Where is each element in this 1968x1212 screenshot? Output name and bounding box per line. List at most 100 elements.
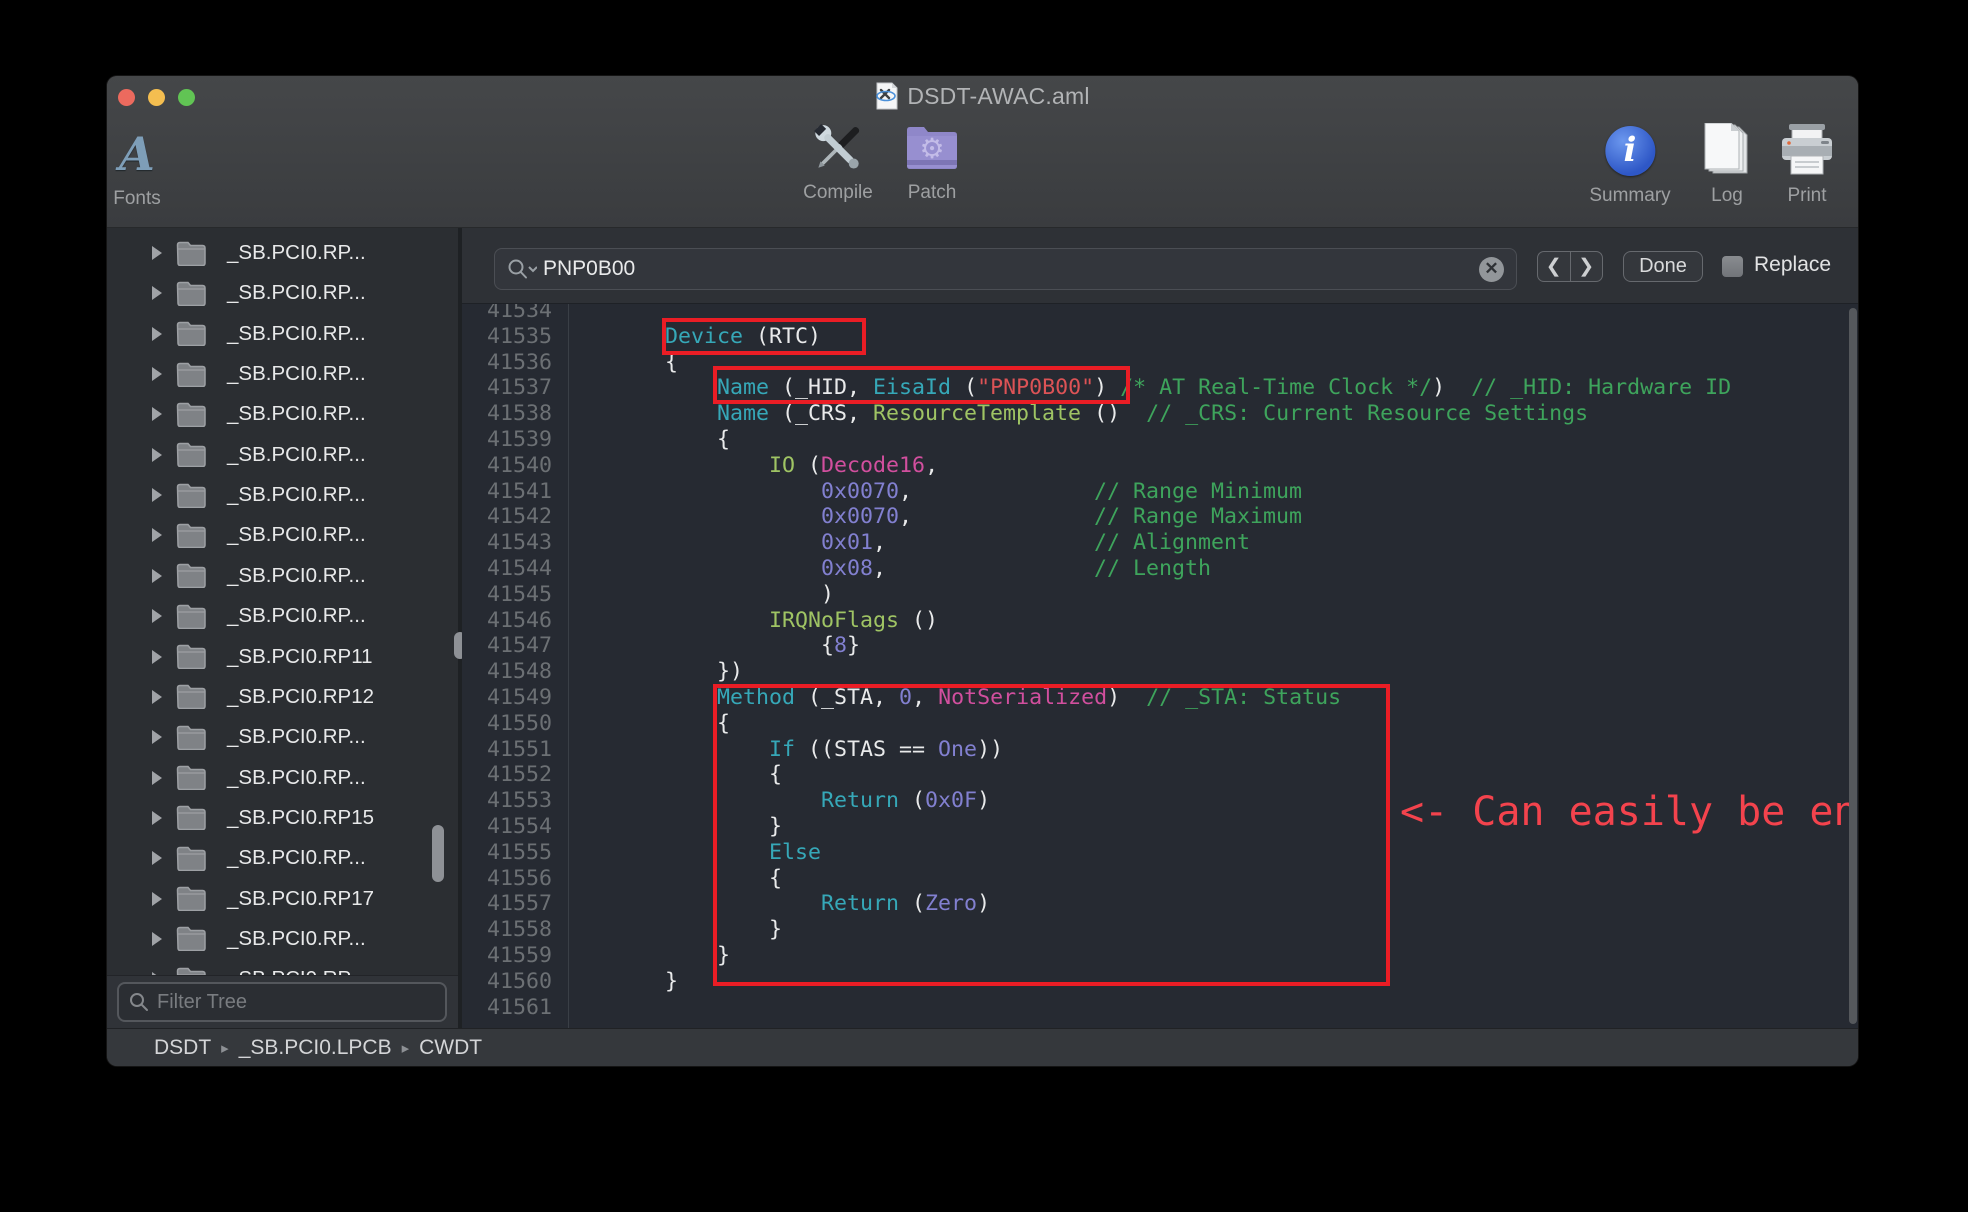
disclosure-triangle-icon[interactable] [152, 448, 162, 462]
fonts-button[interactable]: A Fonts [113, 122, 161, 210]
tree-item[interactable]: _SB.PCI0.RP... [107, 475, 458, 515]
disclosure-triangle-icon[interactable] [152, 488, 162, 502]
line-number: 41534 [462, 304, 560, 324]
tree-item[interactable]: _SB.PCI0.RP... [107, 758, 458, 798]
find-input[interactable]: PNP0B00 ✕ [494, 248, 1517, 290]
code-line: 41561 [462, 995, 1858, 1021]
editor-scrollbar-thumb[interactable] [1849, 308, 1857, 1024]
folder-icon [176, 765, 206, 790]
tree-item-label: _SB.PCI0.RP... [227, 281, 366, 305]
disclosure-triangle-icon[interactable] [152, 892, 162, 906]
disclosure-triangle-icon[interactable] [152, 851, 162, 865]
find-previous-button[interactable]: ❮ [1538, 252, 1571, 281]
line-number: 41547 [462, 633, 560, 659]
folder-icon [176, 805, 206, 830]
log-documents-icon [1699, 119, 1755, 183]
window-chrome: DSDT-AWAC.aml A Fonts [107, 76, 1858, 228]
disclosure-triangle-icon[interactable] [152, 932, 162, 946]
disclosure-triangle-icon[interactable] [152, 690, 162, 704]
tree-item[interactable]: _SB.PCI0.RP... [107, 596, 458, 636]
highlight-box-name-hid [713, 366, 1130, 404]
tree-item[interactable]: _SB.PCI0.RP... [107, 919, 458, 959]
breadcrumb-item[interactable]: DSDT [154, 1036, 211, 1060]
disclosure-triangle-icon[interactable] [152, 367, 162, 381]
tree-item[interactable]: _SB.PCI0.RP... [107, 556, 458, 596]
line-number: 41540 [462, 453, 560, 479]
tree-item[interactable]: _SB.PCI0.RP... [107, 354, 458, 394]
patch-button[interactable]: ⚙ Patch [904, 116, 960, 204]
disclosure-triangle-icon[interactable] [152, 407, 162, 421]
line-number: 41551 [462, 737, 560, 763]
line-number: 41550 [462, 711, 560, 737]
find-query: PNP0B00 [543, 257, 1473, 281]
annotation-note: <- Can easily be enabled [1400, 800, 1858, 826]
disclosure-triangle-icon[interactable] [152, 771, 162, 785]
disclosure-triangle-icon[interactable] [152, 730, 162, 744]
tree-item-label: _SB.PCI0.RP... [227, 725, 366, 749]
folder-icon [176, 926, 206, 951]
compile-button[interactable]: Compile [803, 116, 873, 204]
tree: _SB.PCI0.RP..._SB.PCI0.RP..._SB.PCI0.RP.… [107, 228, 458, 975]
replace-checkbox[interactable] [1722, 256, 1743, 277]
code-line: 41540 IO (Decode16, [462, 453, 1858, 479]
disclosure-triangle-icon[interactable] [152, 650, 162, 664]
folder-icon [176, 725, 206, 750]
disclosure-triangle-icon[interactable] [152, 327, 162, 341]
log-label: Log [1699, 185, 1755, 207]
disclosure-triangle-icon[interactable] [152, 569, 162, 583]
code-line: 41543 0x01, // Alignment [462, 530, 1858, 556]
tree-item[interactable]: _SB.PCI0.RP... [107, 273, 458, 313]
filter-tree-input[interactable]: Filter Tree [117, 982, 447, 1022]
line-number: 41541 [462, 479, 560, 505]
breadcrumb-item[interactable]: _SB.PCI0.LPCB [239, 1036, 392, 1060]
code-line: 41548 }) [462, 659, 1858, 685]
find-next-button[interactable]: ❯ [1571, 252, 1603, 281]
tree-item[interactable]: _SB.PCI0.RP... [107, 314, 458, 354]
code-editor[interactable]: 4153441535 Device (RTC)41536 {41537 Name… [462, 304, 1858, 1028]
tree-item-label: _SB.PCI0.RP... [227, 402, 366, 426]
tree-item[interactable]: _SB.PCI0.RP... [107, 959, 458, 975]
line-number: 41559 [462, 943, 560, 969]
sidebar-scrollbar-thumb[interactable] [432, 825, 444, 882]
folder-icon [176, 402, 206, 427]
tree-item[interactable]: _SB.PCI0.RP... [107, 435, 458, 475]
highlight-box-sta-method [713, 684, 1390, 986]
print-button[interactable]: Print [1779, 119, 1835, 207]
tree-item[interactable]: _SB.PCI0.RP15 [107, 798, 458, 838]
highlight-box-device-rtc [662, 318, 866, 355]
summary-button[interactable]: i Summary [1589, 119, 1670, 207]
tree-item[interactable]: _SB.PCI0.RP17 [107, 879, 458, 919]
tree-item[interactable]: _SB.PCI0.RP12 [107, 677, 458, 717]
tree-item[interactable]: _SB.PCI0.RP... [107, 394, 458, 434]
breadcrumb-separator-icon: ▸ [402, 1039, 410, 1057]
code-line: 41544 0x08, // Length [462, 556, 1858, 582]
find-prev-next-control: ❮ ❯ [1537, 251, 1603, 282]
disclosure-triangle-icon[interactable] [152, 609, 162, 623]
folder-icon [176, 967, 206, 975]
tree-item[interactable]: _SB.PCI0.RP... [107, 838, 458, 878]
folder-icon [176, 442, 206, 467]
compile-tools-icon [803, 116, 873, 180]
code-line: 41539 { [462, 427, 1858, 453]
folder-icon [176, 523, 206, 548]
tree-item-label: _SB.PCI0.RP... [227, 564, 366, 588]
clear-search-icon[interactable]: ✕ [1479, 257, 1504, 282]
print-label: Print [1779, 185, 1835, 207]
tree-sidebar: _SB.PCI0.RP..._SB.PCI0.RP..._SB.PCI0.RP.… [107, 228, 458, 1028]
disclosure-triangle-icon[interactable] [152, 811, 162, 825]
window-title: DSDT-AWAC.aml [907, 83, 1089, 110]
tree-item[interactable]: _SB.PCI0.RP... [107, 515, 458, 555]
done-button[interactable]: Done [1623, 251, 1703, 282]
disclosure-triangle-icon[interactable] [152, 286, 162, 300]
log-button[interactable]: Log [1699, 119, 1755, 207]
breadcrumb-item[interactable]: CWDT [419, 1036, 482, 1060]
tree-item[interactable]: _SB.PCI0.RP... [107, 717, 458, 757]
search-menu-icon[interactable] [507, 259, 537, 279]
tree-item[interactable]: _SB.PCI0.RP... [107, 233, 458, 273]
tree-item-label: _SB.PCI0.RP... [227, 927, 366, 951]
disclosure-triangle-icon[interactable] [152, 246, 162, 260]
tree-item[interactable]: _SB.PCI0.RP11 [107, 637, 458, 677]
disclosure-triangle-icon[interactable] [152, 528, 162, 542]
line-number: 41538 [462, 401, 560, 427]
search-icon [129, 992, 149, 1012]
